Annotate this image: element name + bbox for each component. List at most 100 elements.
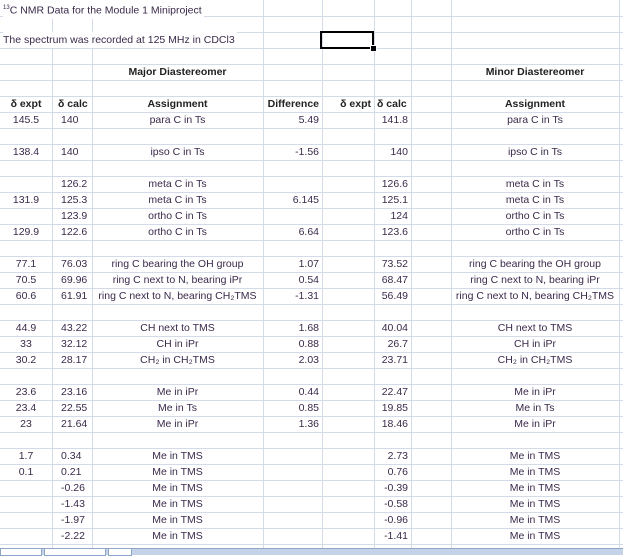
cell-expt-major[interactable]: 44.9 xyxy=(0,320,52,336)
cell-difference[interactable]: 2.03 xyxy=(263,352,322,368)
cell-calc-minor[interactable]: 23.71 xyxy=(374,352,411,368)
header-minor-assignment[interactable]: Assignment xyxy=(451,96,619,112)
cell-assignment-major[interactable]: Me in TMS xyxy=(92,480,263,496)
cell-calc-major[interactable]: -1.43 xyxy=(52,496,92,512)
cell-assignment-minor[interactable]: Me in TMS xyxy=(451,528,619,544)
cell-assignment-major[interactable]: Me in iPr xyxy=(92,384,263,400)
cell-assignment-minor[interactable]: meta C in Ts xyxy=(451,192,619,208)
cell-assignment-minor[interactable]: ring C bearing the OH group xyxy=(451,256,619,272)
cell-assignment-minor[interactable]: Me in iPr xyxy=(451,416,619,432)
cell-assignment-minor[interactable]: CH in iPr xyxy=(451,336,619,352)
cell-expt-major[interactable]: 138.4 xyxy=(0,144,52,160)
cell-calc-major[interactable]: 28.17 xyxy=(52,352,92,368)
cell-calc-major[interactable]: 125.3 xyxy=(52,192,92,208)
cell-difference[interactable]: 1.07 xyxy=(263,256,322,272)
header-major-expt[interactable]: δ expt xyxy=(0,96,52,112)
cell-expt-major[interactable]: 60.6 xyxy=(0,288,52,304)
sheet-title[interactable]: 13C NMR Data for the Module 1 Miniprojec… xyxy=(3,0,204,19)
cell-expt-major[interactable]: 0.1 xyxy=(0,464,52,480)
sheet-tab-1[interactable] xyxy=(0,549,42,556)
cell-calc-major[interactable]: 21.64 xyxy=(52,416,92,432)
cell-assignment-major[interactable]: Me in iPr xyxy=(92,416,263,432)
cell-assignment-major[interactable]: Me in TMS xyxy=(92,448,263,464)
cell-calc-minor[interactable]: -0.58 xyxy=(374,496,411,512)
cell-assignment-minor[interactable]: Me in TMS xyxy=(451,512,619,528)
cell-calc-major[interactable]: -2.22 xyxy=(52,528,92,544)
cell-calc-minor[interactable]: 126.6 xyxy=(374,176,411,192)
cell-assignment-minor[interactable]: meta C in Ts xyxy=(451,176,619,192)
cell-calc-minor[interactable]: 19.85 xyxy=(374,400,411,416)
cell-calc-minor[interactable]: 2.73 xyxy=(374,448,411,464)
cell-assignment-major[interactable]: ring C next to N, bearing CH₂TMS xyxy=(92,288,263,304)
cell-calc-minor[interactable]: 125.1 xyxy=(374,192,411,208)
cell-assignment-major[interactable]: CH₂ in CH₂TMS xyxy=(92,352,263,368)
cell-calc-minor[interactable]: 124 xyxy=(374,208,411,224)
cell-assignment-minor[interactable]: Me in TMS xyxy=(451,496,619,512)
cell-calc-major[interactable]: 126.2 xyxy=(52,176,92,192)
sheet-tab-2[interactable] xyxy=(44,549,106,556)
cell-calc-major[interactable]: 43.22 xyxy=(52,320,92,336)
cell-difference[interactable]: -1.31 xyxy=(263,288,322,304)
cell-assignment-minor[interactable]: ortho C in Ts xyxy=(451,224,619,240)
cell-calc-major[interactable]: 140 xyxy=(52,112,92,128)
cell-assignment-major[interactable]: Me in Ts xyxy=(92,400,263,416)
cell-assignment-minor[interactable]: Me in TMS xyxy=(451,480,619,496)
cell-assignment-minor[interactable]: CH next to TMS xyxy=(451,320,619,336)
cell-calc-minor[interactable]: 140 xyxy=(374,144,411,160)
cell-assignment-major[interactable]: Me in TMS xyxy=(92,464,263,480)
cell-calc-major[interactable]: 32.12 xyxy=(52,336,92,352)
cell-calc-minor[interactable]: -1.41 xyxy=(374,528,411,544)
major-diastereomer-heading[interactable]: Major Diastereomer xyxy=(92,64,263,80)
cell-difference[interactable]: 0.54 xyxy=(263,272,322,288)
spectrum-note[interactable]: The spectrum was recorded at 125 MHz in … xyxy=(3,32,237,48)
cell-calc-major[interactable]: -1.97 xyxy=(52,512,92,528)
cell-expt-major[interactable]: 33 xyxy=(0,336,52,352)
cell-assignment-major[interactable]: ipso C in Ts xyxy=(92,144,263,160)
cell-expt-major[interactable]: 23.4 xyxy=(0,400,52,416)
cell-calc-major[interactable]: 0.21 xyxy=(52,464,92,480)
cell-difference[interactable]: 0.88 xyxy=(263,336,322,352)
cell-assignment-major[interactable]: CH next to TMS xyxy=(92,320,263,336)
cell-calc-major[interactable]: 76.03 xyxy=(52,256,92,272)
cell-expt-major[interactable]: 145.5 xyxy=(0,112,52,128)
cell-calc-major[interactable]: 61.91 xyxy=(52,288,92,304)
cell-calc-minor[interactable]: 0.76 xyxy=(374,464,411,480)
cell-assignment-minor[interactable]: ipso C in Ts xyxy=(451,144,619,160)
cell-assignment-major[interactable]: ring C bearing the OH group xyxy=(92,256,263,272)
cell-difference[interactable]: 0.85 xyxy=(263,400,322,416)
header-difference[interactable]: Difference xyxy=(263,96,322,112)
cell-assignment-major[interactable]: Me in TMS xyxy=(92,496,263,512)
cell-calc-minor[interactable]: 22.47 xyxy=(374,384,411,400)
cell-calc-minor[interactable]: 141.8 xyxy=(374,112,411,128)
cell-calc-major[interactable]: 69.96 xyxy=(52,272,92,288)
header-major-assignment[interactable]: Assignment xyxy=(92,96,263,112)
header-minor-calc[interactable]: δ calc xyxy=(374,96,411,112)
cell-assignment-major[interactable]: meta C in Ts xyxy=(92,176,263,192)
cell-calc-minor[interactable]: 56.49 xyxy=(374,288,411,304)
cell-calc-minor[interactable]: -0.39 xyxy=(374,480,411,496)
cell-difference[interactable]: 5.49 xyxy=(263,112,322,128)
cell-difference[interactable]: 6.64 xyxy=(263,224,322,240)
cell-calc-major[interactable]: 22.55 xyxy=(52,400,92,416)
cell-difference[interactable]: 6.145 xyxy=(263,192,322,208)
cell-difference[interactable]: 1.68 xyxy=(263,320,322,336)
cell-assignment-minor[interactable]: Me in Ts xyxy=(451,400,619,416)
cell-calc-major[interactable]: 122.6 xyxy=(52,224,92,240)
cell-calc-minor[interactable]: 26.7 xyxy=(374,336,411,352)
cell-calc-major[interactable]: 140 xyxy=(52,144,92,160)
cell-assignment-major[interactable]: Me in TMS xyxy=(92,512,263,528)
cell-calc-major[interactable]: 123.9 xyxy=(52,208,92,224)
insert-sheet-tab[interactable] xyxy=(108,549,132,556)
cell-assignment-minor[interactable]: Me in iPr xyxy=(451,384,619,400)
cell-assignment-major[interactable]: Me in TMS xyxy=(92,528,263,544)
cell-expt-major[interactable]: 70.5 xyxy=(0,272,52,288)
cell-difference[interactable]: 0.44 xyxy=(263,384,322,400)
cell-calc-minor[interactable]: -0.96 xyxy=(374,512,411,528)
cell-expt-major[interactable]: 77.1 xyxy=(0,256,52,272)
cell-expt-major[interactable]: 23 xyxy=(0,416,52,432)
cell-calc-major[interactable]: -0.26 xyxy=(52,480,92,496)
cell-calc-minor[interactable]: 68.47 xyxy=(374,272,411,288)
cell-assignment-major[interactable]: ortho C in Ts xyxy=(92,224,263,240)
selected-cell[interactable] xyxy=(320,31,377,52)
cell-expt-major[interactable]: 131.9 xyxy=(0,192,52,208)
